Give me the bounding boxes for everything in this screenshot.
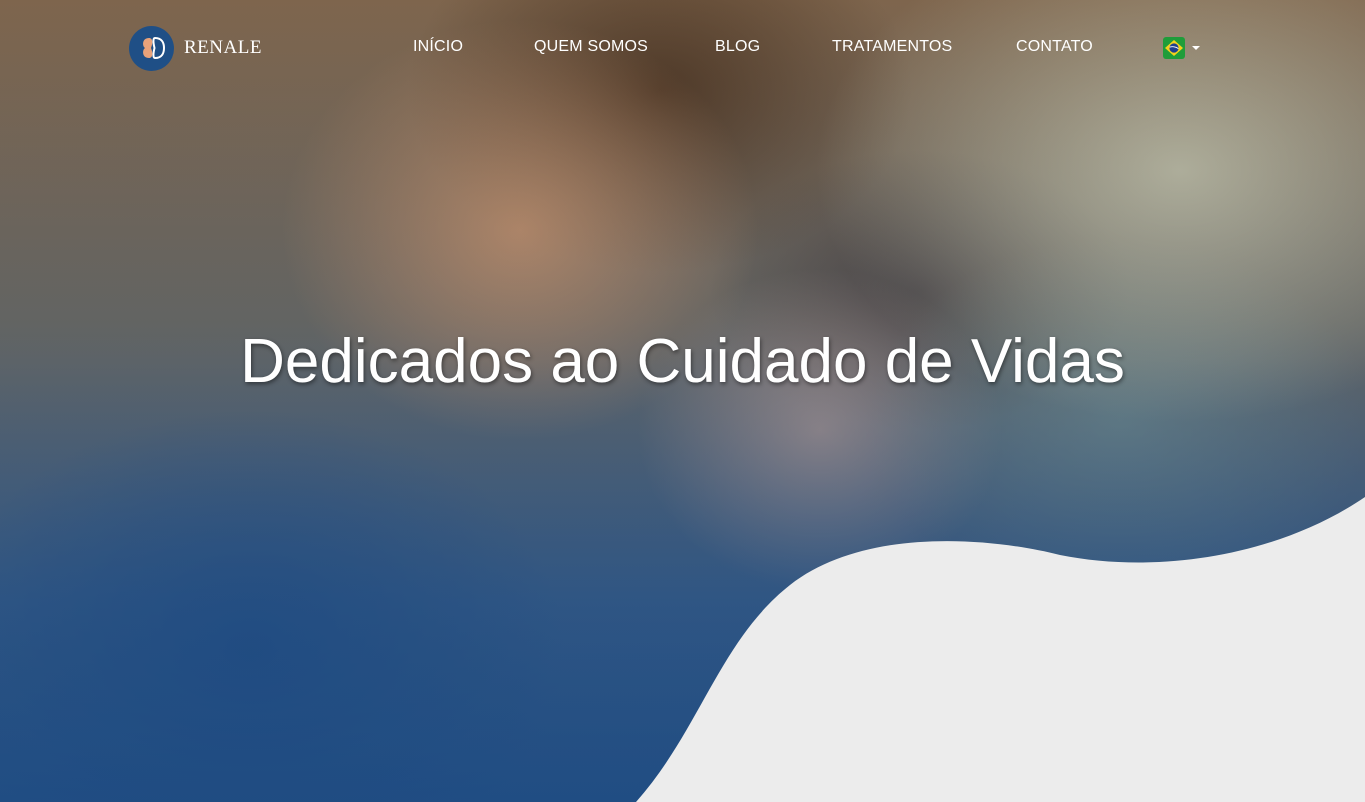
nav-link-inicio[interactable]: INÍCIO bbox=[413, 38, 463, 56]
caret-down-icon bbox=[1192, 46, 1200, 50]
brazil-flag-icon bbox=[1163, 37, 1185, 59]
decorative-wave bbox=[636, 497, 1365, 802]
kidney-logo-icon bbox=[129, 25, 174, 71]
brand-name: RENALE bbox=[184, 37, 262, 58]
language-selector[interactable] bbox=[1163, 37, 1200, 59]
brand-logo-link[interactable]: RENALE bbox=[129, 25, 262, 71]
nav-link-contato[interactable]: CONTATO bbox=[1016, 38, 1093, 56]
top-navbar: RENALE INÍCIO QUEM SOMOS BLOG TRATAMENTO… bbox=[0, 0, 1365, 96]
nav-link-blog[interactable]: BLOG bbox=[715, 38, 760, 56]
hero-headline: Dedicados ao Cuidado de Vidas bbox=[240, 327, 1125, 396]
nav-link-tratamentos[interactable]: TRATAMENTOS bbox=[832, 38, 952, 56]
nav-link-quem-somos[interactable]: QUEM SOMOS bbox=[534, 38, 648, 56]
